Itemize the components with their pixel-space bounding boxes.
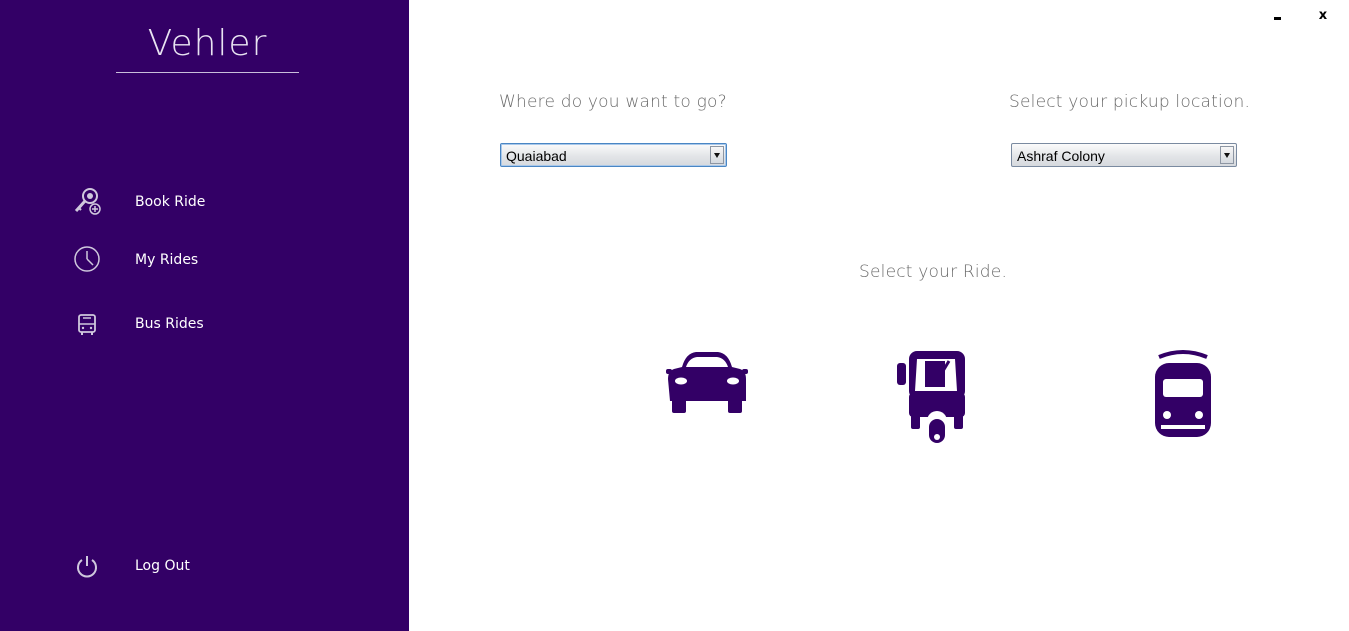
bus-icon [78,314,96,335]
chevron-down-icon[interactable] [710,146,724,164]
minimize-icon [1274,17,1281,20]
pickup-select[interactable]: Ashraf Colony [1011,143,1237,167]
pickup-selected-value: Ashraf Colony [1017,148,1105,164]
destination-select[interactable]: Quaiabad [500,143,727,167]
minimize-button[interactable] [1268,6,1288,26]
sidebar-item-book-ride[interactable]: Book Ride [70,185,370,219]
chevron-down-icon[interactable] [1220,146,1234,164]
key-plus-icon [74,188,101,215]
sidebar-item-label: Bus Rides [135,316,204,332]
ride-prompt: Select your Ride. [859,262,1008,282]
logout-label: Log Out [135,558,190,574]
sidebar-item-label: Book Ride [135,194,206,210]
pickup-prompt: Select your pickup location. [1009,92,1251,112]
close-button[interactable]: x [1313,6,1333,26]
logout-button[interactable]: Log Out [70,549,370,583]
sidebar-item-my-rides[interactable]: My Rides [70,243,370,277]
rickshaw-icon[interactable] [895,349,969,445]
clock-icon [74,246,100,272]
sidebar: Vehler Book Ride My Rides Bus Rides Log … [0,0,409,631]
app-logo-text: Vehler [147,23,268,64]
sidebar-item-bus-rides[interactable]: Bus Rides [70,307,370,341]
destination-prompt: Where do you want to go? [499,92,727,112]
train-icon[interactable] [1153,349,1213,439]
brand-divider [116,72,299,73]
sidebar-item-label: My Rides [135,252,199,268]
power-icon [77,556,97,578]
destination-selected-value: Quaiabad [506,148,567,164]
car-icon[interactable] [666,349,748,417]
